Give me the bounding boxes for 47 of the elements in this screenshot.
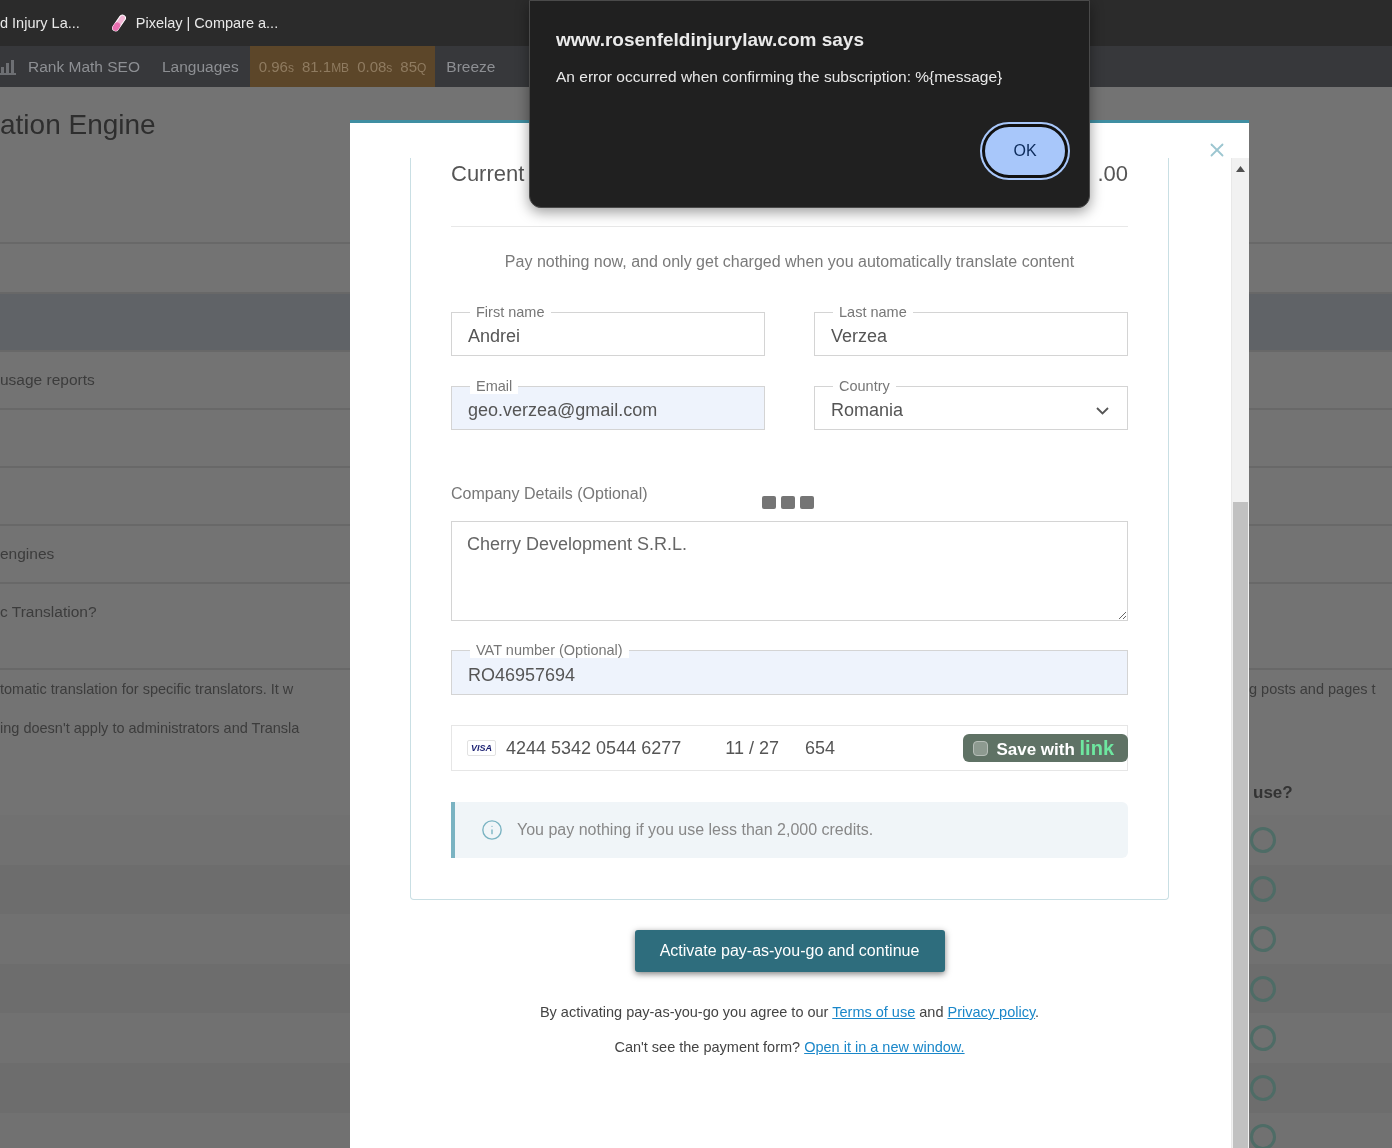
alert-message: An error occurred when confirming the subscription: %{message}: [556, 68, 1004, 86]
new-window-link[interactable]: Open it in a new window.: [804, 1039, 965, 1055]
checkbox[interactable]: [973, 740, 989, 756]
chevron-down-icon: [1096, 406, 1109, 415]
form-field[interactable]: First name Andrei: [451, 304, 765, 356]
text-input[interactable]: Verzea: [831, 326, 1111, 347]
card-cvc: 654: [804, 737, 835, 759]
scrollbar[interactable]: [1231, 158, 1249, 1148]
company-textarea[interactable]: Cherry Development S.R.L.: [451, 521, 1128, 621]
admin-menu-item[interactable]: Languages: [151, 46, 250, 87]
form-field[interactable]: Email geo.verzea@gmail.com: [451, 378, 765, 430]
admin-menu-item[interactable]: Breeze: [435, 46, 507, 87]
text-input[interactable]: Andrei: [468, 326, 748, 347]
page-title: ation Engine: [0, 109, 156, 141]
country-select[interactable]: Country Romania: [814, 378, 1128, 430]
alert-title: www.rosenfeldinjurylaw.com says: [556, 29, 865, 51]
text-input[interactable]: RO46957694: [468, 664, 1111, 686]
balance-value: .00: [1097, 161, 1128, 187]
info-icon: [481, 819, 503, 841]
subtitle-text: Pay nothing now, and only get charged when you automatically translate content: [503, 252, 1076, 272]
field-label: Email: [470, 378, 519, 394]
info-text: You pay nothing if you use less than 2,000 credits.: [517, 821, 874, 839]
browser-tab[interactable]: d Injury La...: [0, 15, 80, 31]
help-text: Can't see the payment form? Open it in a new window.: [613, 1038, 966, 1057]
card-number: 4244 5342 0544 6277: [506, 737, 682, 759]
terms-link[interactable]: Terms of use: [832, 1004, 916, 1020]
section-label: Company Details (Optional): [451, 484, 649, 503]
row-label: usage reports: [0, 371, 96, 389]
field-label: VAT number (Optional): [470, 642, 629, 658]
card-expiry: 11 / 27: [725, 737, 779, 759]
card-input-field[interactable]: VISA 4244 5342 0544 6277 11 / 27 654 Save with link: [451, 725, 1128, 771]
text-input[interactable]: geo.verzea@gmail.com: [468, 400, 748, 421]
browser-tab[interactable]: Pixelay | Compare a...: [111, 14, 279, 32]
section-heading: use?: [1252, 783, 1294, 803]
admin-menu-item[interactable]: Rank Math SEO: [0, 46, 151, 87]
form-field[interactable]: Last name Verzea: [814, 304, 1128, 356]
activate-button[interactable]: Activate pay-as-you-go and continue: [634, 930, 945, 972]
row-label: engines: [0, 545, 56, 563]
card-brand-logo: VISA: [467, 740, 496, 756]
ok-button[interactable]: OK: [982, 124, 1068, 178]
balance-label: Current: [451, 161, 525, 187]
form-field[interactable]: VAT number (Optional) RO46957694: [451, 642, 1128, 695]
select-value: Romania: [831, 400, 904, 421]
terms-text: By activating pay-as-you-go you agree to our Terms of use and Privacy policy.: [538, 1003, 1041, 1022]
scroll-up-icon[interactable]: [1236, 166, 1245, 172]
save-with-link-button[interactable]: Save with link: [963, 734, 1128, 762]
description-text: g posts and pages t: [1249, 681, 1377, 697]
